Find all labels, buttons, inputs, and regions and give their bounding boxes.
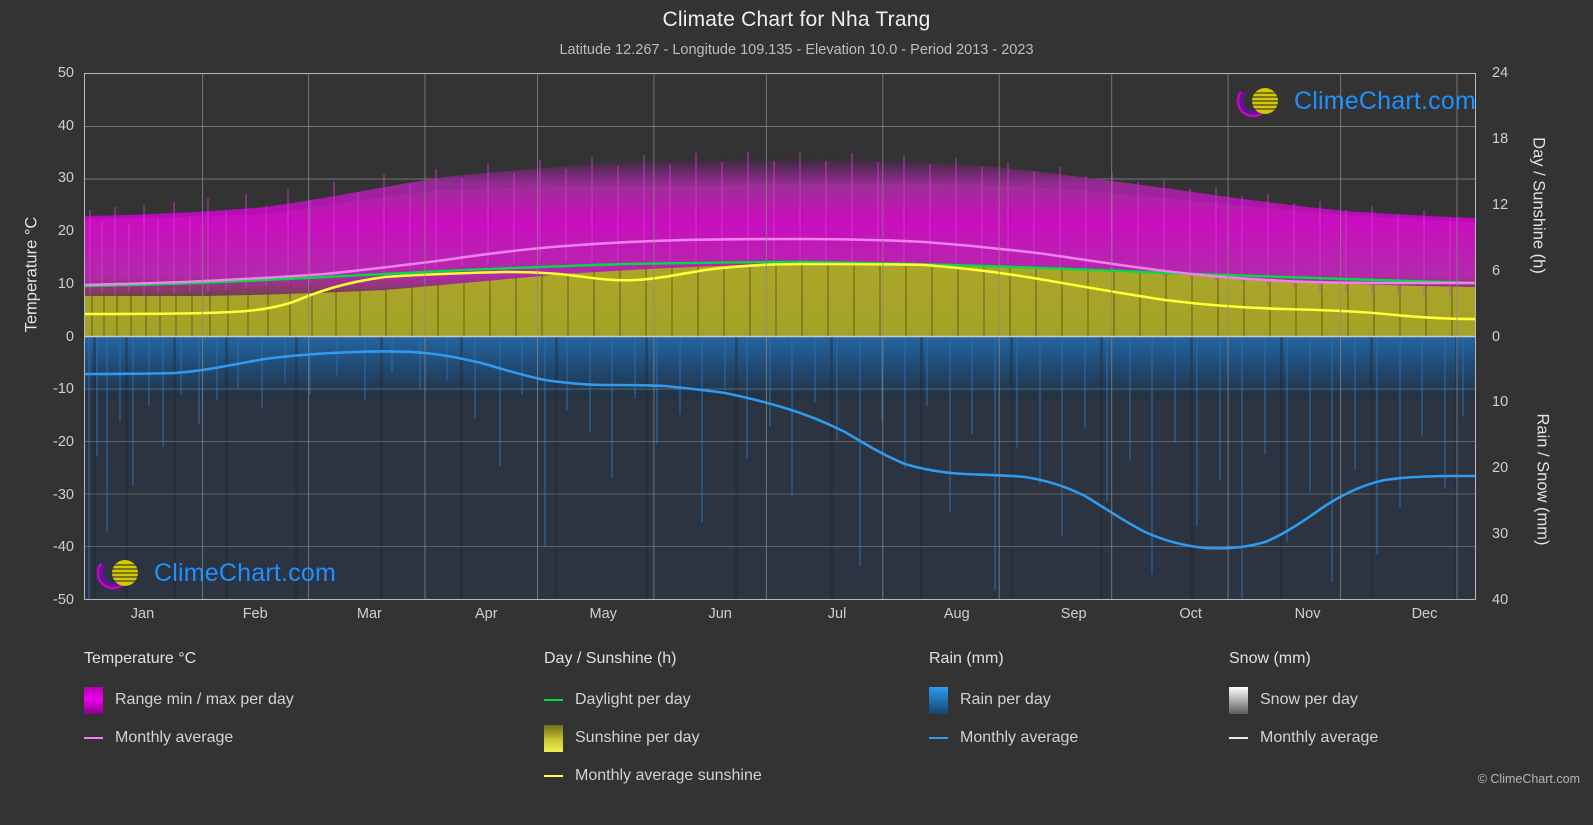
legend-item-daylight[interactable]: Daylight per day xyxy=(544,681,944,719)
x-tick-nov: Nov xyxy=(1294,606,1321,622)
y-right-tick-sunshine: 6 xyxy=(1492,262,1501,279)
x-tick-jul: Jul xyxy=(827,606,847,622)
legend-label-sunshine-average: Monthly average sunshine xyxy=(575,767,762,784)
copyright-notice: © ClimeChart.com xyxy=(1477,772,1580,786)
y-left-tick: 30 xyxy=(57,170,74,187)
page-title: Climate Chart for Nha Trang xyxy=(662,8,931,31)
y-right-tick-sunshine: 12 xyxy=(1492,196,1509,213)
watermark-logo-top: ClimeChart.com xyxy=(1233,81,1476,121)
sunshine-swatch xyxy=(544,724,563,752)
x-tick-jan: Jan xyxy=(130,606,155,622)
legend-title-temperature: Temperature °C xyxy=(84,650,197,667)
x-tick-oct: Oct xyxy=(1179,606,1202,622)
rain-average-line-key xyxy=(929,737,948,739)
climechart-logo-icon xyxy=(1236,84,1278,118)
y-left-tick: -50 xyxy=(53,592,74,608)
sunshine-average-line-key xyxy=(544,775,563,777)
x-tick-apr: Apr xyxy=(474,606,498,622)
x-tick-feb: Feb xyxy=(242,606,268,622)
y-right-tick-sunshine: 24 xyxy=(1492,65,1509,81)
x-tick-mar: Mar xyxy=(356,606,382,622)
legend-title-sunshine: Day / Sunshine (h) xyxy=(544,650,677,667)
legend-item-snow-average[interactable]: Monthly average xyxy=(1229,719,1529,757)
y-right-tick-rain: 10 xyxy=(1492,394,1509,411)
watermark-logo-text: ClimeChart.com xyxy=(1294,86,1476,115)
legend-label-sunshine: Sunshine per day xyxy=(575,729,700,746)
watermark-logo-text: ClimeChart.com xyxy=(154,558,336,587)
y-left-tick: -10 xyxy=(53,381,74,398)
x-tick-dec: Dec xyxy=(1411,606,1438,622)
x-tick-sep: Sep xyxy=(1060,606,1087,622)
x-tick-jun: Jun xyxy=(708,606,732,622)
legend-item-rain-average[interactable]: Monthly average xyxy=(929,719,1229,757)
y-left-tick: 50 xyxy=(57,65,74,81)
plot-area: ClimeChart.com ClimeChart.com xyxy=(84,73,1476,600)
legend-label-snow-average: Monthly average xyxy=(1260,729,1379,746)
rain-swatch xyxy=(929,686,948,714)
y-left-tick: 40 xyxy=(57,117,74,134)
legend-item-sunshine[interactable]: Sunshine per day xyxy=(544,719,944,757)
legend-label-temp-range: Range min / max per day xyxy=(115,691,294,708)
snow-average-line-key xyxy=(1229,737,1248,739)
legend-item-temp-average[interactable]: Monthly average xyxy=(84,719,524,757)
legend-column-rain: Rain (mm) Rain per day Monthly average xyxy=(929,650,1229,757)
y-right-tick-rain: 40 xyxy=(1492,592,1509,608)
climate-plot-svg xyxy=(85,74,1475,599)
watermark-logo-bottom: ClimeChart.com xyxy=(93,553,336,593)
y-right-tick-sunshine: 0 xyxy=(1492,328,1501,345)
legend-item-sunshine-average[interactable]: Monthly average sunshine xyxy=(544,757,944,795)
legend-column-temperature: Temperature °C Range min / max per day M… xyxy=(84,650,524,757)
snow-swatch xyxy=(1229,686,1248,714)
legend-label-snow: Snow per day xyxy=(1260,691,1358,708)
legend-label-rain: Rain per day xyxy=(960,691,1051,708)
climate-chart-page: Climate Chart for Nha Trang Latitude 12.… xyxy=(0,0,1593,825)
x-tick-may: May xyxy=(589,606,617,622)
y-left-tick: 10 xyxy=(57,275,74,292)
chart-subtitle: Latitude 12.267 - Longitude 109.135 - El… xyxy=(559,42,1034,58)
legend-title-snow: Snow (mm) xyxy=(1229,650,1311,667)
y-left-tick: -40 xyxy=(53,539,74,556)
x-axis-ticks: Jan Feb Mar Apr May Jun Jul Aug Sep Oct … xyxy=(84,606,1476,632)
legend-title-rain: Rain (mm) xyxy=(929,650,1004,667)
legend-label-temp-average: Monthly average xyxy=(115,729,234,746)
y-left-tick: -30 xyxy=(53,486,74,503)
legend-label-rain-average: Monthly average xyxy=(960,729,1079,746)
climechart-logo-icon xyxy=(96,556,138,590)
legend-item-rain[interactable]: Rain per day xyxy=(929,681,1229,719)
legend-item-snow[interactable]: Snow per day xyxy=(1229,681,1529,719)
y-axis-right-ticks: 24 18 12 6 0 10 20 30 40 xyxy=(1492,65,1552,608)
temp-average-line-key xyxy=(84,737,103,739)
y-axis-left-ticks: 50 40 30 20 10 0 -10 -20 -30 -40 -50 xyxy=(0,65,74,608)
y-left-tick: 20 xyxy=(57,223,74,240)
legend-label-daylight: Daylight per day xyxy=(575,691,691,708)
y-right-tick-rain: 20 xyxy=(1492,460,1509,477)
x-tick-aug: Aug xyxy=(943,606,970,622)
chart-legend: Temperature °C Range min / max per day M… xyxy=(84,650,1504,800)
legend-column-sunshine: Day / Sunshine (h) Daylight per day Suns… xyxy=(544,650,944,795)
y-left-tick: -20 xyxy=(53,433,74,450)
y-left-tick: 0 xyxy=(65,328,74,345)
y-right-tick-rain: 30 xyxy=(1492,526,1509,543)
y-right-tick-sunshine: 18 xyxy=(1492,130,1509,147)
temp-range-swatch xyxy=(84,686,103,714)
daylight-line-key xyxy=(544,699,563,701)
legend-item-temp-range[interactable]: Range min / max per day xyxy=(84,681,524,719)
legend-column-snow: Snow (mm) Snow per day Monthly average xyxy=(1229,650,1529,757)
